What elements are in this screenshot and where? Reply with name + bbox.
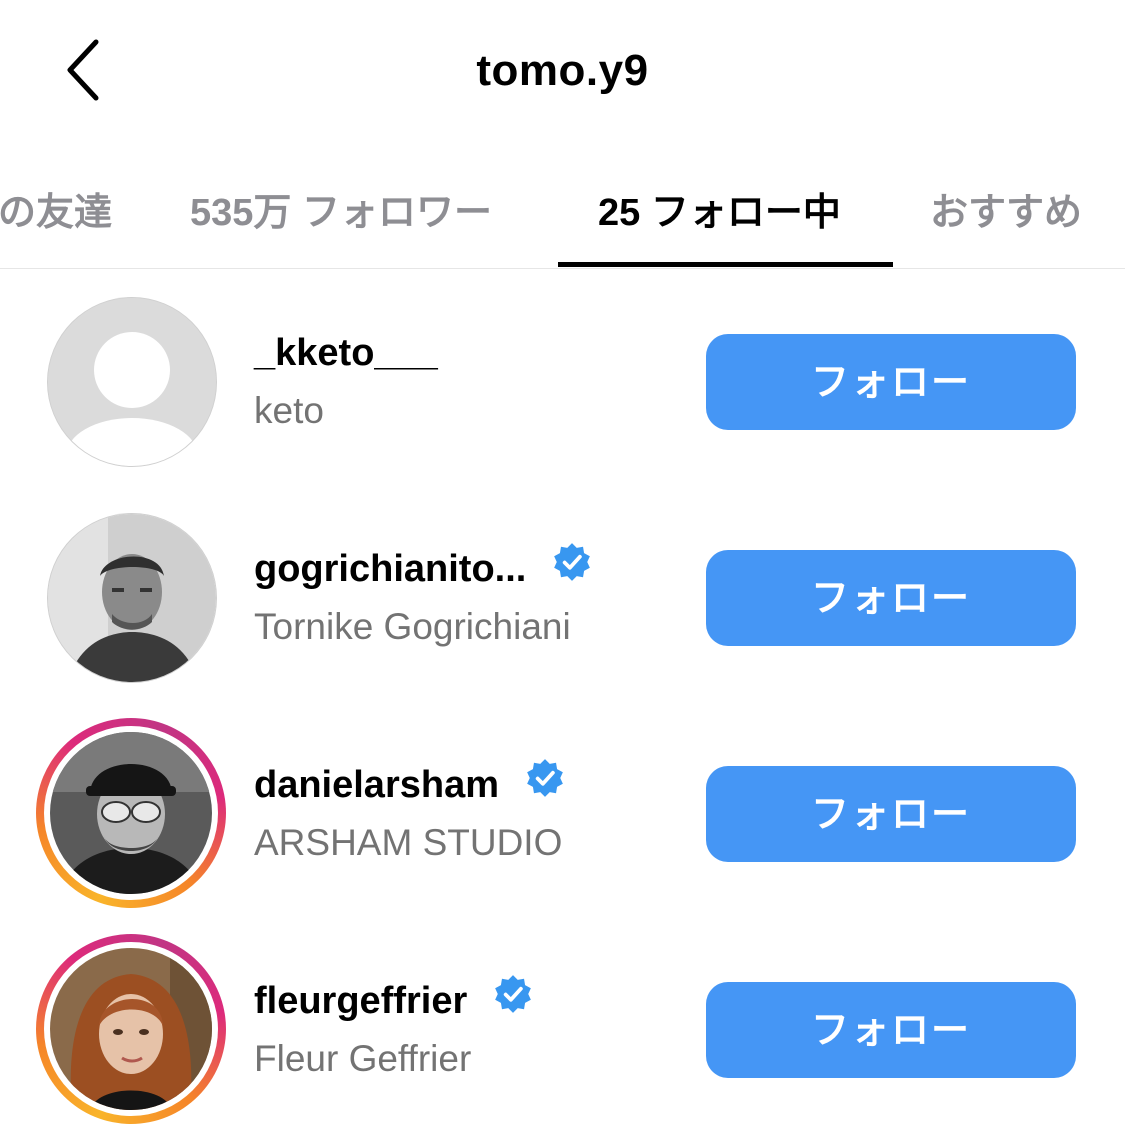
verified-badge-icon [551,541,593,593]
navigation-header: tomo.y9 [0,0,1125,145]
tab-following[interactable]: 25 フォロー中 [598,181,841,236]
profile-photo-avatar [50,732,212,894]
tab-suggested[interactable]: おすすめ [930,181,1082,236]
username[interactable]: danielarsham [254,764,499,806]
full-name: Fleur Geffrier [254,1038,472,1079]
full-name: Tornike Gogrichiani [254,606,571,647]
tab-bar: の友達 535万 フォロワー 25 フォロー中 おすすめ [0,145,1125,269]
username[interactable]: fleurgeffrier [254,980,467,1022]
page-title: tomo.y9 [476,46,649,95]
verified-badge-icon [524,757,566,809]
follow-button[interactable]: フォロー [706,334,1076,430]
follow-button[interactable]: フォロー [706,982,1076,1078]
full-name: keto [254,390,324,431]
username[interactable]: gogrichianito... [254,548,526,590]
tab-mutual-friends[interactable]: の友達 [0,181,112,236]
story-ring[interactable] [36,934,226,1124]
profile-photo-avatar [50,948,212,1110]
follow-button[interactable]: フォロー [706,766,1076,862]
tab-followers[interactable]: 535万 フォロワー [190,181,492,236]
story-ring[interactable] [36,718,226,908]
profile-photo-avatar[interactable] [48,514,216,682]
full-name: ARSHAM STUDIO [254,822,563,863]
active-tab-indicator [558,262,893,267]
default-avatar[interactable] [48,298,216,466]
username[interactable]: _kketo___ [254,332,438,375]
verified-badge-icon [492,973,534,1025]
follow-button[interactable]: フォロー [706,550,1076,646]
